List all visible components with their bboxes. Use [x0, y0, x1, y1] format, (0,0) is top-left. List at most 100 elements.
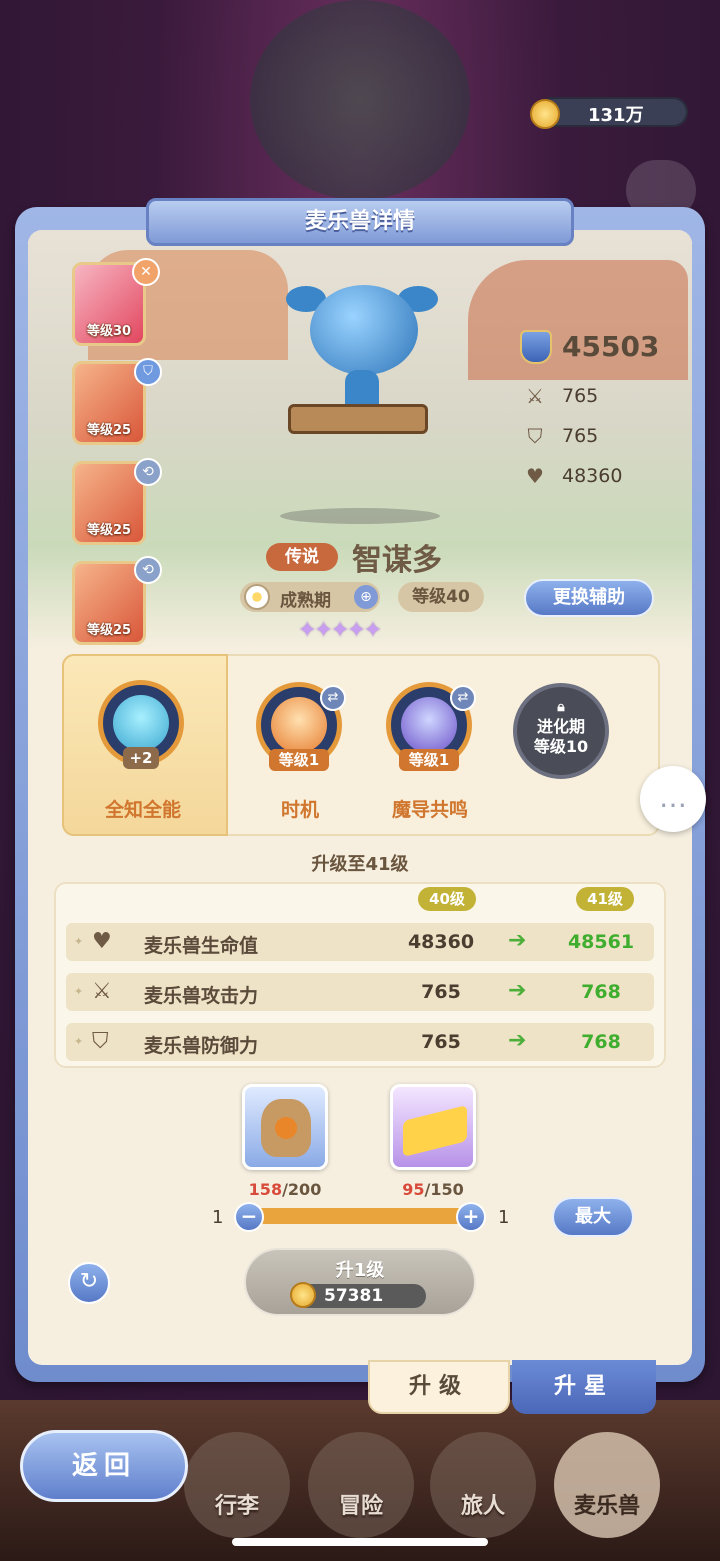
cost-amount: 57381 — [324, 1286, 384, 1306]
pet-name: 智谋多 — [352, 543, 442, 578]
refresh-icon[interactable]: ↻ — [68, 1262, 110, 1304]
zoom-icon[interactable]: ⊕ — [354, 585, 378, 609]
attack-value: 765 — [562, 385, 599, 407]
skill-name: 时机 — [280, 799, 319, 821]
minus-button[interactable]: − — [234, 1202, 264, 1232]
combat-power: 45503 — [562, 330, 660, 363]
close-icon[interactable]: ✕ — [132, 258, 160, 286]
level-up-label: 升1级 — [335, 1260, 385, 1281]
heart-icon: ♥ — [526, 464, 544, 488]
stat-name: 麦乐兽攻击力 — [144, 985, 259, 1007]
background-scene — [250, 0, 470, 200]
table-row: ✦ ⚔ 麦乐兽攻击力 765 ➔ 768 — [66, 973, 654, 1011]
plus-button[interactable]: + — [456, 1202, 486, 1232]
stat-name: 麦乐兽生命值 — [144, 935, 259, 957]
skill-icon — [271, 697, 327, 753]
back-button[interactable]: 返回 — [20, 1430, 188, 1502]
helper-level: 等级30 — [86, 324, 132, 339]
level-up-button[interactable]: 升1级 57381 — [244, 1248, 476, 1316]
material-have: 158 — [248, 1180, 283, 1199]
food-bag-icon — [261, 1099, 311, 1157]
skill-level: 等级1 — [269, 749, 329, 771]
locked-skill-slot[interactable]: 🔒︎ 进化期 等级10 — [513, 683, 609, 779]
chat-icon[interactable]: … — [640, 766, 706, 832]
swap-icon[interactable]: ⇄ — [320, 685, 346, 711]
shield-icon: ⛉ — [527, 424, 543, 448]
nav-bag[interactable]: 行李 — [184, 1432, 290, 1538]
level-up-cost: 57381 — [290, 1282, 426, 1308]
change-helper-button[interactable]: 更换辅助 — [524, 579, 654, 617]
row-bullet: ✦ — [74, 935, 84, 948]
lock-icon: 🔒︎ — [557, 699, 565, 715]
material-count: 95/150 — [388, 1180, 478, 1199]
helper-level: 等级25 — [86, 523, 132, 538]
skill-icon — [401, 697, 457, 753]
star-rating: ✦✦✦✦✦ — [298, 618, 382, 643]
link-icon: ⟲ — [134, 458, 162, 486]
row-bullet: ✦ — [74, 985, 84, 998]
coin-icon — [530, 99, 560, 129]
stat-current: 765 — [421, 1031, 461, 1053]
helper-level: 等级25 — [86, 623, 132, 638]
quantity-slider[interactable] — [246, 1208, 470, 1224]
swords-icon: ⚔ — [526, 384, 544, 408]
nav-label: 冒险 — [338, 1494, 383, 1519]
stat-next: 48561 — [567, 931, 635, 953]
nav-label: 旅人 — [460, 1494, 505, 1519]
nav-label: 行李 — [214, 1494, 259, 1519]
tab-star-up[interactable]: 升星 — [512, 1360, 656, 1414]
material-cheese[interactable] — [390, 1084, 476, 1170]
panel-title-ribbon: 麦乐兽详情 — [146, 198, 574, 246]
nav-pets[interactable]: 麦乐兽 — [554, 1432, 660, 1538]
next-level-tag: 41级 — [576, 887, 634, 911]
panel-title: 麦乐兽详情 — [304, 209, 415, 234]
locked-skill-level: 等级10 — [533, 737, 589, 756]
power-shield-icon — [520, 330, 552, 364]
material-have: 95 — [402, 1180, 425, 1199]
hp-value: 48360 — [562, 465, 623, 487]
stat-current: 765 — [421, 981, 461, 1003]
skill-slot[interactable]: +2 — [98, 680, 184, 769]
rarity-badge: 传说 — [266, 543, 338, 571]
row-bullet: ✦ — [74, 1035, 84, 1048]
stat-next: 768 — [581, 1031, 621, 1053]
upgrade-title: 升级至41级 — [311, 854, 409, 875]
link-icon: ⟲ — [134, 556, 162, 584]
arrow-right-icon: ➔ — [508, 1028, 527, 1053]
max-button[interactable]: 最大 — [552, 1197, 634, 1237]
heart-icon: ♥ — [92, 929, 112, 954]
coin-icon — [290, 1282, 316, 1308]
swords-icon: ⚔ — [92, 979, 112, 1004]
nav-label: 麦乐兽 — [573, 1494, 640, 1519]
slider-max: 1 — [498, 1207, 510, 1228]
pet-model[interactable] — [310, 285, 418, 375]
material-food-bag[interactable] — [242, 1084, 328, 1170]
cheese-icon — [403, 1105, 467, 1157]
tab-upgrade[interactable]: 升级 — [368, 1360, 510, 1414]
current-level-tag: 40级 — [418, 887, 476, 911]
nav-travelers[interactable]: 旅人 — [430, 1432, 536, 1538]
skill-name: 全知全能 — [104, 799, 181, 821]
material-need: /150 — [424, 1180, 464, 1199]
arrow-right-icon: ➔ — [508, 928, 527, 953]
flower-icon — [244, 584, 270, 610]
table-row: ✦ ♥ 麦乐兽生命值 48360 ➔ 48561 — [66, 923, 654, 961]
slider-min: 1 — [212, 1207, 224, 1228]
currency-display: 131万 — [530, 97, 688, 129]
home-indicator[interactable] — [232, 1538, 488, 1546]
back-label: 返回 — [71, 1451, 136, 1481]
pet-level: 等级40 — [398, 582, 484, 612]
defense-value: 765 — [562, 425, 599, 447]
stat-next: 768 — [581, 981, 621, 1003]
pet-shadow — [280, 508, 440, 524]
skill-bonus: +2 — [123, 747, 159, 769]
stat-current: 48360 — [407, 931, 475, 953]
nav-adventure[interactable]: 冒险 — [308, 1432, 414, 1538]
table-row: ✦ ⛉ 麦乐兽防御力 765 ➔ 768 — [66, 1023, 654, 1061]
stat-name: 麦乐兽防御力 — [144, 1035, 259, 1057]
swap-icon[interactable]: ⇄ — [450, 685, 476, 711]
shield-icon: ⛉ — [92, 1029, 109, 1054]
currency-amount: 131万 — [588, 105, 644, 126]
material-count: 158/200 — [240, 1180, 330, 1199]
locked-skill-stage: 进化期 — [536, 717, 585, 736]
